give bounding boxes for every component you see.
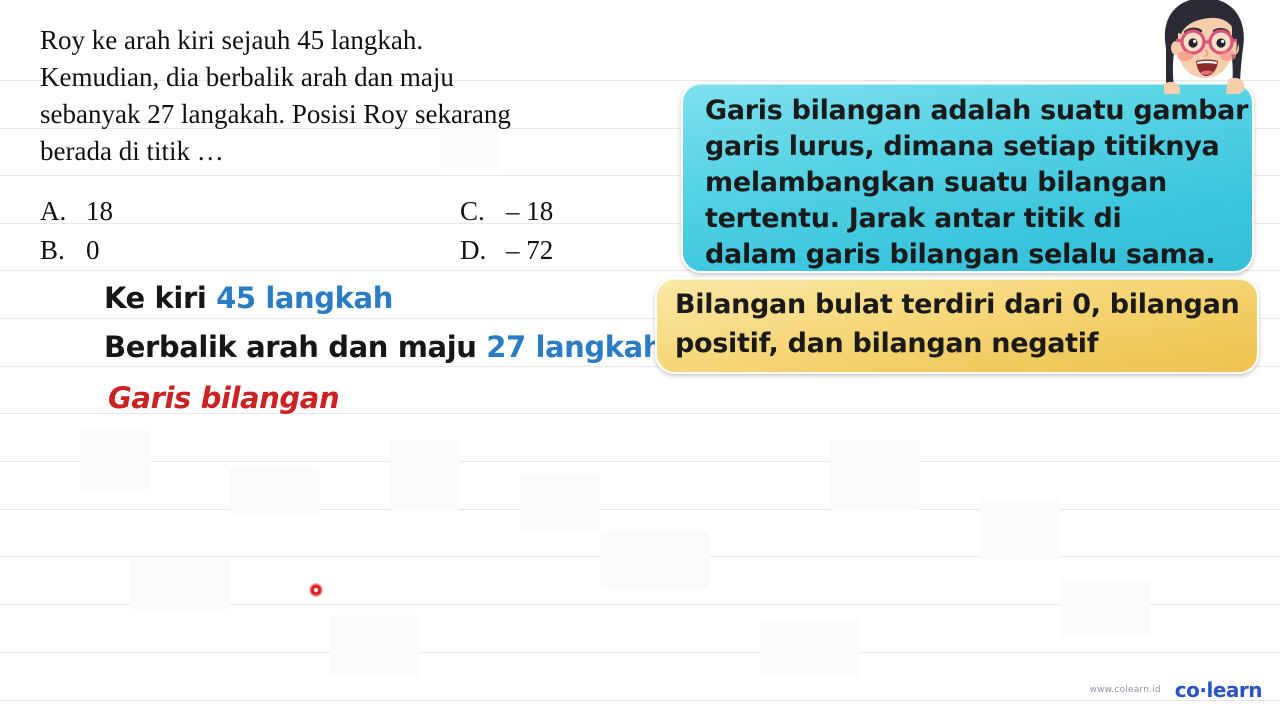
choice-key-d: D. xyxy=(460,235,487,265)
question-line: Roy ke arah kiri sejauh 45 langkah. xyxy=(40,25,424,55)
choice-option-b[interactable]: B. 0 xyxy=(40,231,100,270)
annotation-heading-garis-bilangan: Garis bilangan xyxy=(108,381,340,415)
choice-value-d: – 72 xyxy=(506,235,554,265)
bubble-blue-line: garis lurus, dimana setiap titiknya xyxy=(705,131,1220,162)
bubble-blue-line: Garis bilangan adalah suatu gambar xyxy=(705,95,1249,126)
annotation-line-1: Ke kiri 45 langkah xyxy=(104,281,393,315)
bubble-blue-line: tertentu. Jarak antar titik di xyxy=(705,203,1122,234)
annotation-2-highlight: 27 langkah xyxy=(486,330,664,364)
question-line: Kemudian, dia berbalik arah dan maju xyxy=(40,62,454,92)
choice-row: A. 18 C. – 18 xyxy=(40,192,654,231)
choice-option-d[interactable]: D. – 72 xyxy=(460,231,553,270)
definition-bubble-yellow: Bilangan bulat terdiri dari 0, bilangan … xyxy=(655,277,1259,374)
question-line: berada di titik … xyxy=(40,136,224,166)
bubble-blue-line: dalam garis bilangan selalu sama. xyxy=(705,239,1216,270)
choice-row: B. 0 D. – 72 xyxy=(40,231,654,270)
choice-value-c: – 18 xyxy=(506,196,554,226)
choice-option-a[interactable]: A. 18 xyxy=(40,192,113,231)
annotation-line-2: Berbalik arah dan maju 27 langkah xyxy=(104,330,663,364)
annotation-1-plain: Ke kiri xyxy=(104,281,217,315)
choice-value-b: 0 xyxy=(86,235,100,265)
question-text: Roy ke arah kiri sejauh 45 langkah. Kemu… xyxy=(40,22,654,170)
definition-bubble-blue: Garis bilangan adalah suatu gambar garis… xyxy=(681,82,1254,273)
choice-key-c: C. xyxy=(460,196,485,226)
bubble-yellow-line: positif, dan bilangan negatif xyxy=(675,328,1099,359)
colearn-logo: co·learn xyxy=(1174,678,1263,702)
site-url-text: www.colearn.id xyxy=(1089,685,1161,695)
answer-choices: A. 18 C. – 18 B. 0 D. – 72 xyxy=(40,192,654,270)
choice-value-a: 18 xyxy=(86,196,113,226)
choice-key-b: B. xyxy=(40,235,65,265)
red-dot-marker xyxy=(309,583,323,597)
cartoon-girl-icon xyxy=(1164,0,1245,94)
annotation-1-highlight: 45 langkah xyxy=(216,281,393,315)
choice-key-a: A. xyxy=(40,196,67,226)
worksheet-page: Roy ke arah kiri sejauh 45 langkah. Kemu… xyxy=(0,0,1280,720)
choice-option-c[interactable]: C. – 18 xyxy=(460,192,553,231)
question-line: sebanyak 27 langakah. Posisi Roy sekaran… xyxy=(40,99,511,129)
annotation-2-plain: Berbalik arah dan maju xyxy=(104,330,487,364)
brand-footer: www.colearn.id co·learn xyxy=(1089,678,1263,702)
bubble-yellow-line: Bilangan bulat terdiri dari 0, bilangan xyxy=(675,289,1240,320)
bubble-blue-line: melambangkan suatu bilangan xyxy=(705,167,1167,198)
